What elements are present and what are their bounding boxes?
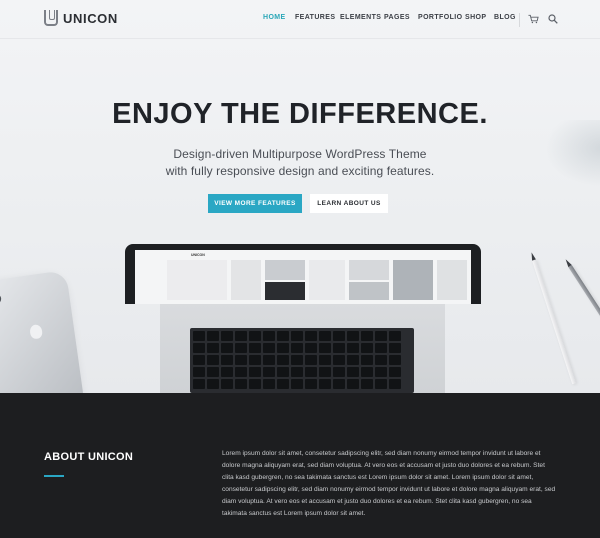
logo-text[interactable]: UNICON [63, 11, 118, 26]
menu-item-features[interactable]: FEATURES [295, 14, 335, 21]
hero-subline-1: Design-driven Multipurpose WordPress The… [173, 147, 427, 161]
menu-item-home[interactable]: HOME [263, 14, 286, 21]
learn-about-us-button[interactable]: LEARN ABOUT US [310, 194, 388, 213]
laptop-screen-logo: UNICON [191, 253, 205, 257]
apple-logo-icon [29, 323, 44, 340]
view-more-features-button[interactable]: VIEW MORE FEATURES [208, 194, 302, 213]
top-navigation: UNICON HOME FEATURES ELEMENTS PAGES PORT… [0, 0, 600, 39]
about-body: Lorem ipsum dolor sit amet, consetetur s… [222, 450, 556, 518]
logo-icon[interactable] [44, 10, 58, 26]
menu-item-blog[interactable]: BLOG [494, 14, 516, 21]
about-accent-line [44, 475, 64, 477]
hero-headline: ENJOY THE DIFFERENCE. [112, 98, 488, 130]
menu-item-portfolio[interactable]: PORTFOLIO [418, 14, 462, 21]
hero-subline-2: with fully responsive design and excitin… [165, 164, 435, 178]
menu-item-pages[interactable]: PAGES [384, 14, 410, 21]
grey-pencil [563, 258, 600, 360]
menu-item-shop[interactable]: SHOP [465, 14, 486, 21]
white-pencil [529, 251, 577, 385]
nav-divider [519, 13, 520, 27]
laptop-screen: UNICON [135, 250, 471, 304]
smartphone [0, 270, 86, 393]
phone-camera-icon [0, 293, 2, 305]
menu-item-elements[interactable]: ELEMENTS [340, 14, 381, 21]
hero-section: UNICON HOME FEATURES ELEMENTS PAGES PORT… [0, 0, 600, 393]
laptop-keyboard [190, 328, 414, 393]
search-icon[interactable] [548, 14, 558, 24]
cart-icon[interactable] [528, 14, 539, 24]
about-section: ABOUT UNICON Lorem ipsum dolor sit amet,… [0, 393, 600, 538]
about-title: ABOUT UNICON [44, 451, 134, 463]
